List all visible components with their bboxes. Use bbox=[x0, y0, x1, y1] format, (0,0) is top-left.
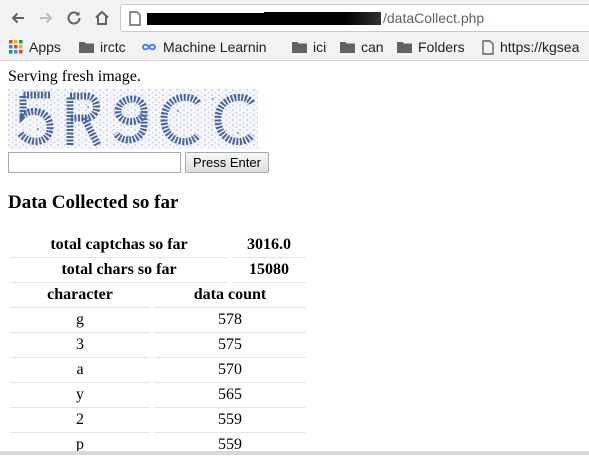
bookmark-kgsea[interactable]: https://kgsea bbox=[482, 38, 579, 56]
bookmark-apps[interactable]: Apps bbox=[9, 38, 61, 56]
back-button[interactable] bbox=[6, 6, 30, 30]
bookmark-label: Machine Learnin bbox=[163, 39, 267, 55]
home-icon bbox=[95, 10, 109, 25]
bookmark-label: irctc bbox=[100, 39, 126, 55]
count-cell: 565 bbox=[218, 386, 242, 403]
bookmark-label: Folders bbox=[418, 39, 465, 55]
row-divider bbox=[154, 357, 306, 358]
press-enter-button[interactable]: Press Enter bbox=[185, 152, 269, 173]
bookmark-label: https://kgsea bbox=[500, 39, 580, 55]
row-divider bbox=[10, 257, 228, 258]
bookmark-label: ici bbox=[313, 39, 327, 55]
count-cell: 559 bbox=[218, 411, 242, 428]
window-bottom-edge bbox=[0, 451, 589, 455]
count-cell: 570 bbox=[218, 361, 242, 378]
redacted-url-block bbox=[264, 12, 381, 25]
row-divider bbox=[10, 382, 150, 383]
bookmark-label: can bbox=[361, 39, 384, 55]
character-cell: 2 bbox=[76, 411, 84, 428]
row-divider bbox=[10, 282, 228, 283]
home-button[interactable] bbox=[90, 6, 114, 30]
page-icon bbox=[482, 39, 494, 55]
column-header-data-count: data count bbox=[193, 286, 267, 303]
forward-button[interactable] bbox=[34, 6, 58, 30]
bookmark-irctc[interactable]: irctc bbox=[79, 38, 126, 56]
status-message: Serving fresh image. bbox=[8, 68, 141, 85]
row-divider bbox=[232, 257, 306, 258]
bookmark-ici[interactable]: ici bbox=[292, 38, 326, 56]
row-divider bbox=[154, 432, 306, 433]
character-cell: 3 bbox=[76, 336, 84, 353]
character-cell: g bbox=[76, 311, 84, 328]
forward-arrow-icon bbox=[40, 12, 53, 24]
captcha-image bbox=[8, 89, 258, 149]
reload-button[interactable] bbox=[62, 6, 86, 30]
folder-icon bbox=[292, 41, 307, 54]
bookmark-folders[interactable]: Folders bbox=[397, 38, 465, 56]
url-path: /dataCollect.php bbox=[383, 10, 485, 26]
count-cell: 578 bbox=[218, 311, 242, 328]
page-info-icon bbox=[129, 11, 141, 26]
infinity-icon bbox=[141, 42, 157, 52]
reload-icon bbox=[67, 11, 81, 25]
page-content: Serving fresh image. Press Enter Data Co… bbox=[0, 61, 589, 453]
row-divider bbox=[232, 282, 306, 283]
bookmark-machine-learning[interactable]: Machine Learnin bbox=[141, 38, 267, 56]
row-divider bbox=[10, 357, 150, 358]
row-divider bbox=[154, 382, 306, 383]
summary-value: 3016.0 bbox=[247, 236, 291, 253]
column-header-character: character bbox=[47, 286, 113, 303]
row-divider bbox=[10, 332, 150, 333]
captcha-answer-input[interactable] bbox=[8, 152, 181, 173]
row-divider bbox=[154, 332, 306, 333]
row-divider bbox=[154, 307, 306, 308]
address-bar[interactable]: /dataCollect.php bbox=[120, 4, 589, 32]
row-divider bbox=[10, 407, 150, 408]
summary-label: total chars so far bbox=[61, 261, 177, 278]
row-divider bbox=[10, 307, 150, 308]
page-heading: Data Collected so far bbox=[8, 192, 179, 213]
bookmark-label: Apps bbox=[29, 39, 61, 55]
folder-icon bbox=[79, 41, 94, 54]
browser-toolbar: /dataCollect.php bbox=[0, 0, 589, 34]
row-divider bbox=[10, 432, 150, 433]
bookmarks-bar: Apps irctc Machine Learnin ici can Folde… bbox=[0, 34, 589, 61]
row-divider bbox=[154, 407, 306, 408]
summary-value: 15080 bbox=[249, 261, 289, 278]
apps-grid-icon bbox=[9, 40, 23, 54]
summary-label: total captchas so far bbox=[50, 236, 188, 253]
character-cell: a bbox=[76, 361, 84, 378]
folder-icon bbox=[340, 41, 355, 54]
character-cell: y bbox=[76, 386, 84, 403]
redacted-url-block bbox=[147, 13, 264, 25]
folder-icon bbox=[397, 41, 412, 54]
back-arrow-icon bbox=[11, 12, 24, 24]
count-cell: 575 bbox=[218, 336, 242, 353]
bookmark-can[interactable]: can bbox=[340, 38, 384, 56]
